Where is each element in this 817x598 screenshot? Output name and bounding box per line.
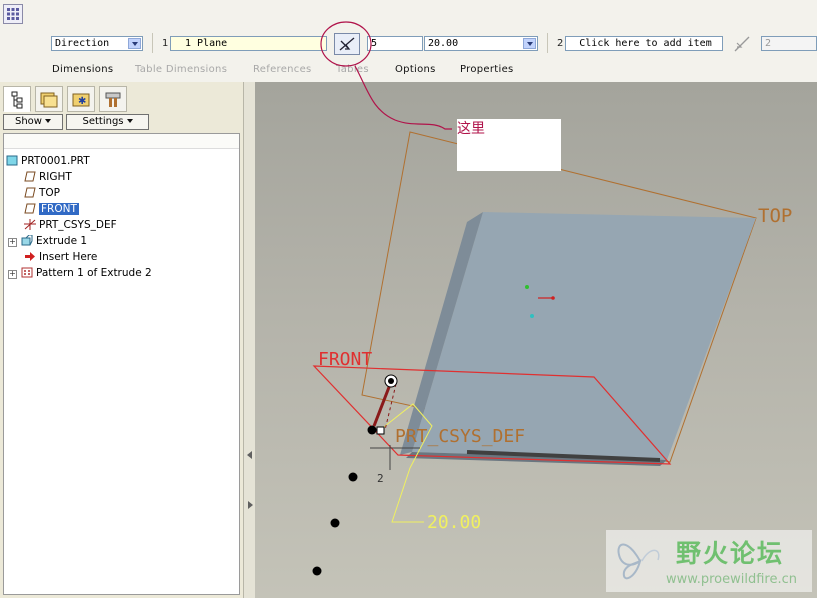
triad-z-point (530, 314, 534, 318)
pattern-direction-line (372, 381, 393, 427)
front-plane-label: FRONT (318, 349, 373, 370)
pattern-member-number: 2 (377, 472, 384, 485)
triad-y-point (525, 285, 529, 289)
model-view (312, 21, 757, 576)
triad-origin (551, 296, 555, 300)
top-plane-label: TOP (758, 205, 793, 227)
watermark: 野火论坛 www.proewildfire.cn (606, 530, 812, 592)
annotation-curve (354, 65, 452, 130)
pattern-member-dot[interactable] (348, 472, 358, 482)
watermark-title: 野火论坛 (676, 539, 785, 568)
dimension-value[interactable]: 20.00 (427, 512, 481, 533)
watermark-url: www.proewildfire.cn (666, 572, 797, 587)
pattern-member-dot (388, 378, 394, 384)
butterfly-logo-icon (617, 543, 660, 580)
annotation-circle (320, 21, 372, 67)
drag-handle[interactable] (376, 426, 385, 435)
csys-label: PRT_CSYS_DEF (395, 426, 526, 447)
pattern-member-dot[interactable] (312, 566, 322, 576)
pattern-member-dot[interactable] (367, 425, 377, 435)
pattern-member-dot[interactable] (330, 518, 340, 528)
annotation-text: 这里 (457, 121, 485, 137)
